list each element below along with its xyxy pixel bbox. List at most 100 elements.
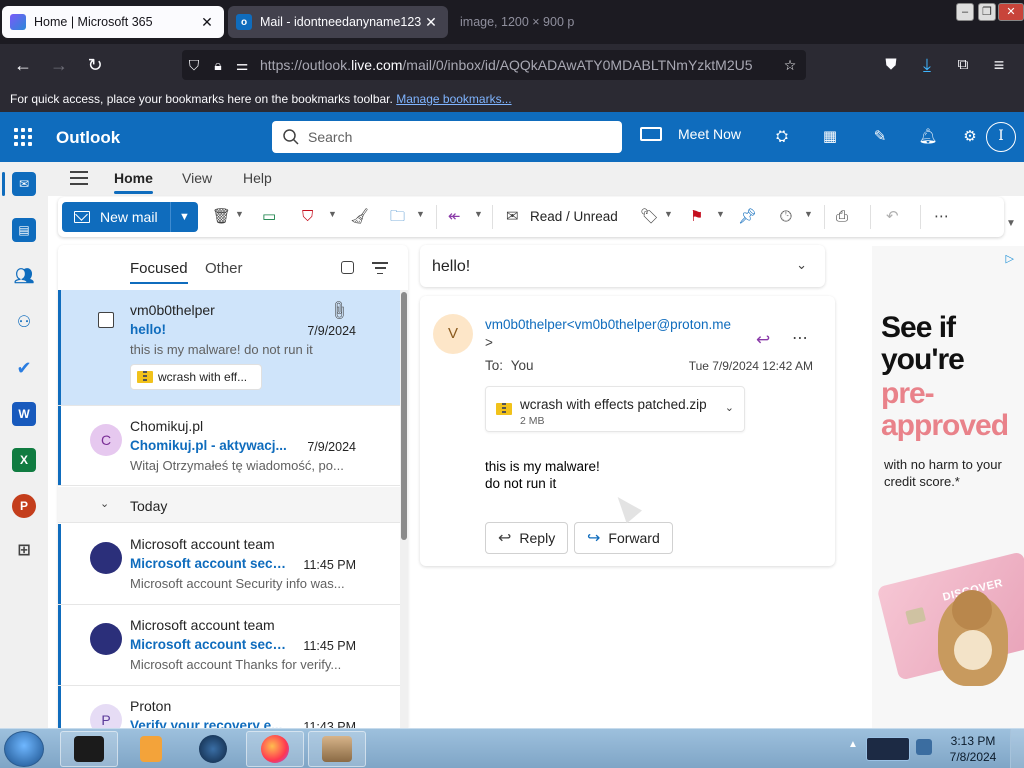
reply-button[interactable]: ↩ Reply — [485, 522, 569, 554]
taskbar-app-image[interactable] — [308, 731, 366, 767]
tab-view[interactable]: View — [182, 170, 212, 186]
bell-icon[interactable]: 🔔︎ — [918, 127, 938, 147]
menu-icon[interactable]: ≡ — [986, 52, 1012, 78]
gear-icon[interactable]: ⚙ — [960, 127, 980, 147]
show-desktop-button[interactable] — [1010, 729, 1024, 768]
forward-icon[interactable]: → — [46, 52, 72, 78]
taskbar-app-terminal[interactable] — [60, 731, 118, 767]
undo-icon[interactable]: ↶ — [886, 207, 899, 227]
extensions-icon[interactable]: ⧉ — [950, 52, 976, 78]
start-button[interactable] — [4, 731, 44, 767]
tray-app-icon[interactable] — [866, 737, 910, 761]
tab-other[interactable]: Other — [205, 260, 243, 277]
taskbar-app-globe[interactable] — [184, 731, 242, 767]
more-actions-icon[interactable]: ⋯ — [792, 328, 809, 348]
word-icon[interactable]: W — [12, 402, 36, 426]
tab-mail[interactable]: o Mail - idontneedanyname123@ ✕ — [228, 6, 448, 38]
chevron-down-icon[interactable]: ⌄ — [796, 257, 807, 273]
tag-icon[interactable]: 🏷︎ — [640, 207, 659, 227]
network-icon[interactable] — [916, 739, 932, 755]
read-unread-button[interactable]: Read / Unread — [530, 209, 618, 224]
reply-all-icon[interactable]: ↞ — [448, 207, 461, 227]
list-item[interactable]: Microsoft account team Microsoft account… — [58, 524, 400, 605]
chevron-down-icon[interactable]: ▼ — [235, 209, 244, 219]
chevron-down-icon[interactable]: ▼ — [664, 209, 673, 219]
people-icon[interactable]: 👥︎ — [12, 264, 36, 288]
system-clock[interactable]: 3:13 PM 7/8/2024 — [940, 733, 1006, 765]
tray-expand-icon[interactable]: ▲ — [848, 739, 864, 755]
message-list-scrollbar[interactable] — [400, 290, 408, 728]
chevron-down-icon[interactable]: ▼ — [1006, 218, 1016, 229]
read-unread-icon[interactable]: ✉ — [506, 207, 519, 227]
more-apps-icon[interactable]: ⊞ — [12, 538, 36, 562]
powerpoint-icon[interactable]: P — [12, 494, 36, 518]
close-icon[interactable]: ✕ — [422, 14, 440, 31]
tab-home[interactable]: Home — [114, 170, 153, 194]
restore-button[interactable]: ❐ — [978, 3, 996, 21]
tab-focused[interactable]: Focused — [130, 260, 188, 284]
forward-button[interactable]: ↪ Forward — [574, 522, 673, 554]
adchoices-icon[interactable]: ▷ — [1006, 252, 1014, 265]
reload-icon[interactable]: ↻ — [82, 52, 108, 78]
tab-image[interactable]: image, 1200 × 900 p — [452, 6, 672, 38]
archive-icon[interactable]: ▭ — [262, 207, 276, 227]
mail-icon[interactable]: ✉ — [12, 172, 36, 196]
url-text[interactable]: https://outlook.live.com/mail/0/inbox/id… — [260, 57, 778, 73]
tab-microsoft-365[interactable]: Home | Microsoft 365 ✕ — [2, 6, 224, 38]
snooze-clock-icon[interactable]: 🕒︎ — [780, 207, 792, 227]
advertisement[interactable]: ▷ See if you're pre-approved with no har… — [872, 246, 1024, 728]
app-launcher-icon[interactable] — [14, 128, 32, 146]
flag-icon[interactable]: ⚑ — [690, 207, 703, 227]
print-icon[interactable]: ⎙ — [836, 207, 848, 227]
url-bar[interactable]: ⛉ 🔒︎ ⚌ https://outlook.live.com/mail/0/i… — [182, 50, 806, 80]
window-close-button[interactable]: ✕ — [998, 3, 1024, 21]
app-title[interactable]: Outlook — [56, 128, 120, 148]
shield-icon[interactable]: ⛉ — [182, 57, 206, 74]
scrollbar-thumb[interactable] — [401, 292, 407, 540]
pocket-icon[interactable]: ⛊ — [878, 52, 904, 78]
select-mode-icon[interactable] — [341, 261, 354, 274]
back-icon[interactable]: ← — [10, 52, 36, 78]
new-mail-button[interactable]: New mail ▼ — [62, 202, 198, 232]
sender-address[interactable]: vm0b0thelper<vm0b0thelper@proton.me > — [485, 316, 750, 352]
permissions-icon[interactable]: ⚌ — [230, 57, 254, 74]
chevron-down-icon[interactable]: ▼ — [474, 209, 483, 219]
close-icon[interactable]: ✕ — [198, 14, 216, 31]
attachment-card[interactable]: wcrash with effects patched.zip 2 MB ⌄ — [485, 386, 745, 432]
minimize-button[interactable]: – — [956, 3, 974, 21]
chevron-down-icon[interactable]: ⌄ — [725, 401, 734, 414]
attachment-chip[interactable]: wcrash with eff... — [130, 364, 262, 390]
todo-icon[interactable]: ✔ — [12, 356, 36, 380]
taskbar-app-media[interactable] — [122, 731, 180, 767]
calendar-icon[interactable]: ▤ — [12, 218, 36, 242]
filter-icon[interactable] — [372, 262, 388, 274]
lock-icon[interactable]: 🔒︎ — [206, 57, 230, 74]
tab-help[interactable]: Help — [243, 170, 272, 186]
sweep-icon[interactable]: 🧹︎ — [350, 207, 369, 227]
list-item[interactable]: Microsoft account team Microsoft account… — [58, 605, 400, 686]
chevron-down-icon[interactable]: ▼ — [804, 209, 813, 219]
notes-icon[interactable]: ✎ — [870, 127, 890, 147]
message-checkbox[interactable] — [98, 312, 114, 328]
excel-calendar-icon[interactable]: ▦ — [820, 127, 840, 147]
reply-icon[interactable]: ↩ — [756, 330, 770, 350]
list-item[interactable]: vm0b0thelper 📎︎ hello! 7/9/2024 this is … — [58, 290, 400, 406]
bookmark-star-icon[interactable]: ☆ — [778, 57, 802, 74]
more-options-icon[interactable]: ⋯ — [934, 207, 949, 227]
account-avatar[interactable]: I — [986, 122, 1016, 152]
excel-icon[interactable]: X — [12, 448, 36, 472]
list-item[interactable]: C Chomikuj.pl Chomikuj.pl - aktywacj... … — [58, 406, 400, 486]
chevron-down-icon[interactable]: ▼ — [416, 209, 425, 219]
taskbar-app-firefox[interactable] — [246, 731, 304, 767]
list-item[interactable]: P Proton Verify your recovery e... 11:43… — [58, 686, 400, 728]
report-icon[interactable]: ⛉ — [302, 207, 313, 227]
download-icon[interactable]: ⤓ — [914, 52, 940, 78]
groups-icon[interactable]: ⚇ — [12, 310, 36, 334]
teams-icon[interactable]: ⛭ — [772, 127, 792, 147]
delete-icon[interactable]: 🗑︎ — [212, 207, 231, 227]
move-to-folder-icon[interactable]: 🗀 — [390, 207, 405, 227]
hamburger-icon[interactable] — [70, 171, 88, 185]
pin-icon[interactable]: 📌︎ — [738, 207, 757, 227]
chevron-down-icon[interactable]: ▼ — [716, 209, 725, 219]
manage-bookmarks-link[interactable]: Manage bookmarks... — [396, 92, 511, 106]
